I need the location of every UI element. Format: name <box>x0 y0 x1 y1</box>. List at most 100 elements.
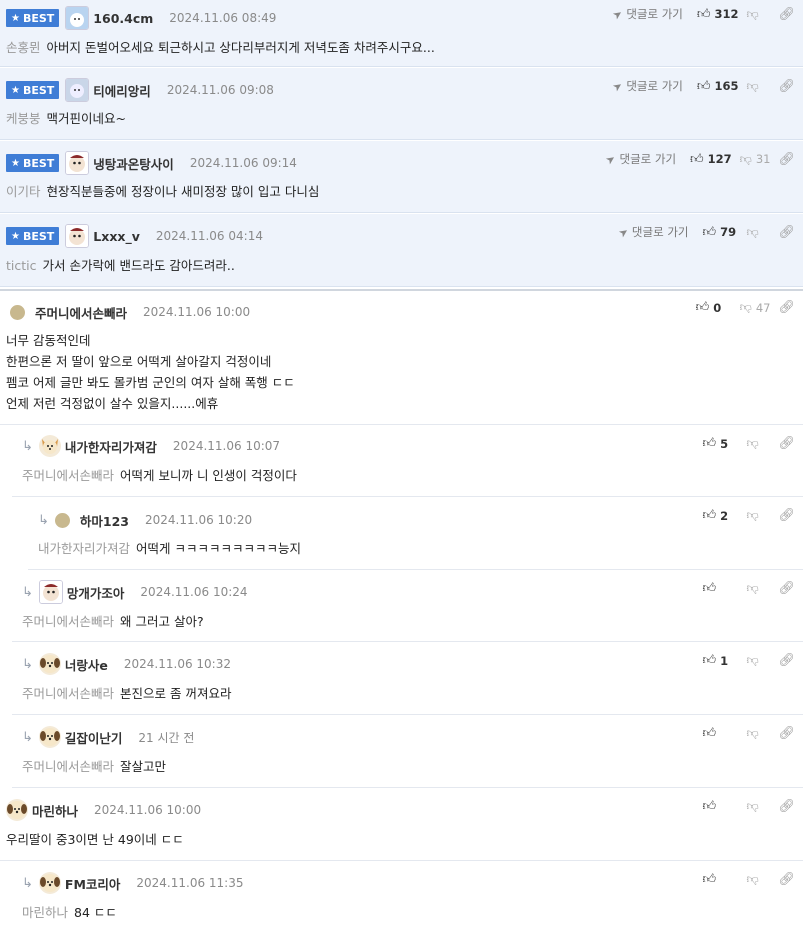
timestamp: 2024.11.06 10:00 <box>94 803 202 817</box>
link-icon[interactable]: 🔗︎ <box>778 799 795 814</box>
nickname[interactable]: 길잡이난기 <box>65 728 123 747</box>
like-button[interactable]: 👍︎ <box>702 726 738 741</box>
comment-body: 이기타 현장직분들중에 정장이나 새미정장 많이 입고 다니심 <box>6 184 320 199</box>
goto-comment-button[interactable]: ➤ 댓글로 가기 <box>603 151 676 167</box>
dislike-button[interactable]: 👎︎ <box>746 508 770 523</box>
avatar[interactable] <box>38 435 61 457</box>
dislike-button[interactable]: 👎︎ <box>746 581 770 596</box>
comment-meta: 마린하나 2024.11.06 10:00 <box>6 799 201 821</box>
avatar[interactable] <box>38 653 61 675</box>
nickname[interactable]: 망개가조아 <box>67 583 125 602</box>
like-button[interactable]: 👍︎ 0 <box>696 300 732 315</box>
arrow-icon: ➤ <box>603 151 619 167</box>
comment-meta: ↳ 너랑사e 2024.11.06 10:32 <box>22 653 231 675</box>
dislike-button[interactable]: 👎︎ <box>746 79 770 94</box>
link-icon[interactable]: 🔗︎ <box>778 508 795 523</box>
reply-target[interactable]: 이기타 <box>6 184 41 199</box>
nickname[interactable]: 하마123 <box>80 511 129 530</box>
timestamp: 2024.11.06 10:32 <box>123 657 231 671</box>
like-button[interactable]: 👍︎ 127 <box>690 152 732 167</box>
nickname[interactable]: 주머니에서손빼라 <box>35 303 127 322</box>
like-button[interactable]: 👍︎ <box>702 581 738 596</box>
nickname[interactable]: 티에리앙리 <box>93 81 151 100</box>
reply-target[interactable]: tictic <box>6 258 37 273</box>
avatar[interactable] <box>38 580 63 604</box>
reply-target[interactable]: 주머니에서손빼라 <box>22 614 114 629</box>
reply-target[interactable]: 케붕붕 <box>6 111 41 126</box>
reply-target[interactable]: 손홍뮌 <box>6 40 41 55</box>
link-icon[interactable]: 🔗︎ <box>778 581 795 596</box>
comment-actions: 👍︎ 👎︎ 🔗︎ <box>702 872 795 887</box>
comment-actions: 👍︎ 2 👎︎ 🔗︎ <box>702 508 795 523</box>
comment-meta: ★ BEST Lxxx_v 2024.11.06 04:14 <box>6 224 263 248</box>
nickname[interactable]: 내가한자리가져감 <box>65 437 157 456</box>
nickname[interactable]: 마린하나 <box>32 801 78 820</box>
nickname[interactable]: 냉탕과온탕사이 <box>93 154 174 173</box>
link-icon[interactable]: 🔗︎ <box>778 726 795 741</box>
link-icon[interactable]: 🔗︎ <box>778 79 795 94</box>
like-button[interactable]: 👍︎ 2 <box>702 508 738 523</box>
link-icon[interactable]: 🔗︎ <box>778 225 795 240</box>
dislike-button[interactable]: 👎︎ <box>746 653 770 668</box>
dislike-button[interactable]: 👎︎ <box>746 436 770 451</box>
nickname[interactable]: FM코리아 <box>65 874 120 893</box>
best-badge: ★ BEST <box>6 9 60 27</box>
avatar[interactable] <box>65 151 90 175</box>
reply-arrow-icon: ↳ <box>22 656 33 672</box>
link-icon[interactable]: 🔗︎ <box>778 300 795 315</box>
timestamp: 2024.11.06 09:14 <box>189 156 297 170</box>
thumbs-up-icon: 👍︎ <box>702 799 717 814</box>
reply-target[interactable]: 마린하나 <box>22 905 68 920</box>
reply-arrow-icon: ↳ <box>22 875 33 891</box>
thumbs-down-icon: 👎︎ <box>746 508 759 522</box>
like-button[interactable]: 👍︎ 165 <box>697 79 739 94</box>
avatar[interactable] <box>65 78 90 102</box>
comment-actions: 👍︎ 👎︎ 🔗︎ <box>702 799 795 814</box>
dislike-button[interactable]: 👎︎ 31 <box>740 152 771 167</box>
like-button[interactable]: 👍︎ 5 <box>702 436 738 451</box>
link-icon[interactable]: 🔗︎ <box>778 872 795 887</box>
goto-comment-button[interactable]: ➤ 댓글로 가기 <box>610 6 683 22</box>
link-icon[interactable]: 🔗︎ <box>778 436 795 451</box>
dislike-button[interactable]: 👎︎ <box>746 799 770 814</box>
like-button[interactable]: 👍︎ <box>702 872 738 887</box>
like-button[interactable]: 👍︎ 79 <box>702 225 738 240</box>
reply-target[interactable]: 주머니에서손빼라 <box>22 686 114 701</box>
nickname[interactable]: 160.4cm <box>93 11 153 26</box>
comment-actions: ➤ 댓글로 가기 👍︎ 79 👎︎ 🔗︎ <box>616 224 795 240</box>
reply-comment: ↳ 망개가조아 2024.11.06 10:24 👍︎ 👎︎ 🔗︎ 주머니에서손… <box>12 571 803 642</box>
comment-body: 주머니에서손빼라 어떡게 보니까 니 인생이 걱정이다 <box>22 468 297 483</box>
thumbs-down-icon: 👎︎ <box>746 436 759 450</box>
avatar[interactable] <box>10 304 25 320</box>
dislike-button[interactable]: 👎︎ 47 <box>740 300 771 315</box>
dislike-button[interactable]: 👎︎ <box>746 726 770 741</box>
reply-target[interactable]: 주머니에서손빼라 <box>22 468 114 483</box>
avatar[interactable] <box>65 224 90 248</box>
goto-comment-button[interactable]: ➤ 댓글로 가기 <box>616 224 689 240</box>
comment-actions: 👍︎ 0 👎︎ 47 🔗︎ <box>696 300 795 315</box>
best-comment: ★ BEST 냉탕과온탕사이 2024.11.06 09:14 ➤ 댓글로 가기 👍… <box>0 141 803 213</box>
avatar[interactable] <box>54 512 70 528</box>
dislike-button[interactable]: 👎︎ <box>746 872 770 887</box>
goto-comment-button[interactable]: ➤ 댓글로 가기 <box>610 78 683 94</box>
comment-body: 케붕붕 맥거핀이네요~ <box>6 111 126 126</box>
link-icon[interactable]: 🔗︎ <box>778 7 795 22</box>
avatar[interactable] <box>6 799 28 821</box>
avatar[interactable] <box>65 6 90 30</box>
nickname[interactable]: Lxxx_v <box>93 229 140 244</box>
like-button[interactable]: 👍︎ 312 <box>697 7 739 22</box>
like-button[interactable]: 👍︎ 1 <box>702 653 738 668</box>
avatar[interactable] <box>38 872 61 894</box>
dislike-button[interactable]: 👎︎ <box>746 225 770 240</box>
nickname[interactable]: 너랑사e <box>65 655 108 674</box>
link-icon[interactable]: 🔗︎ <box>778 152 795 167</box>
comment-meta: ↳ 망개가조아 2024.11.06 10:24 <box>22 580 248 604</box>
reply-comment: ↳ 너랑사e 2024.11.06 10:32 👍︎ 1 👎︎ 🔗︎ 주머니에서손… <box>12 643 803 715</box>
like-button[interactable]: 👍︎ <box>702 799 738 814</box>
comment-line: 펨코 어제 글만 봐도 몰카범 군인의 여자 살해 폭행 ㄷㄷ <box>6 375 295 390</box>
link-icon[interactable]: 🔗︎ <box>778 653 795 668</box>
reply-target[interactable]: 내가한자리가져감 <box>38 541 130 556</box>
reply-target[interactable]: 주머니에서손빼라 <box>22 759 114 774</box>
avatar[interactable] <box>38 726 61 748</box>
dislike-button[interactable]: 👎︎ <box>746 7 770 22</box>
